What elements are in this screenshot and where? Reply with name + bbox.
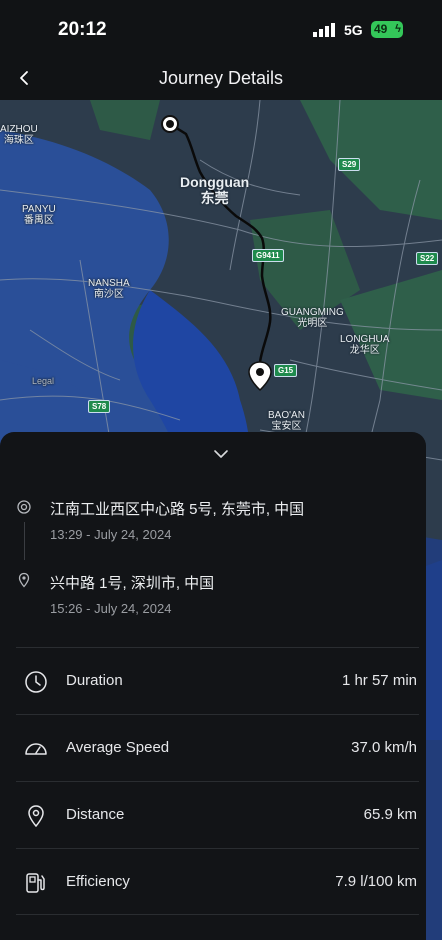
stat-row-efficiency: Efficiency 7.9 l/100 km (16, 848, 419, 915)
road-shield: G15 (274, 364, 298, 377)
network-type: 5G (344, 22, 363, 38)
map-label-longhua-en: LONGHUA (340, 334, 390, 345)
map-label-nansha: NANSHA 南沙区 (88, 278, 130, 300)
collapse-sheet-button[interactable] (205, 442, 237, 466)
stat-label: Duration (66, 672, 123, 689)
stat-value: 37.0 km/h (351, 739, 417, 756)
map-label-aizhou-zh: 海珠区 (3, 135, 34, 146)
map-label-panyu-en: PANYU (22, 204, 56, 215)
stat-value: 65.9 km (363, 806, 417, 823)
nav-bar: Journey Details (0, 58, 442, 100)
stat-row-duration: Duration 1 hr 57 min (16, 647, 419, 714)
road-shield: S22 (416, 252, 439, 265)
battery-level: 49 (374, 22, 388, 36)
map-legal-link[interactable]: Legal (32, 376, 54, 387)
map-label-nansha-en: NANSHA (88, 278, 130, 289)
map-label-baoan: BAO'AN 宝安区 (268, 410, 305, 432)
start-address: 江南工业西区中心路 5号, 东莞市, 中国 (50, 501, 305, 518)
map-label-guangming-en: GUANGMING (281, 307, 344, 318)
map-label-nansha-zh: 南沙区 (93, 289, 124, 300)
start-point-icon (17, 500, 31, 514)
map-label-guangming-zh: 光明区 (297, 318, 328, 329)
map-label-longhua: LONGHUA 龙华区 (340, 334, 389, 356)
battery-indicator: 49 ϟ (371, 21, 403, 38)
location-pin-icon (28, 805, 44, 828)
status-time: 20:12 (58, 19, 107, 40)
chevron-down-icon (214, 450, 228, 458)
map-label-baoan-en: BAO'AN (268, 410, 305, 421)
fuel-pump-icon (26, 873, 45, 893)
map-label-panyu-zh: 番禺区 (23, 215, 54, 226)
stat-value: 7.9 l/100 km (335, 873, 417, 890)
journey-stats: Duration 1 hr 57 min Average Speed 37.0 … (16, 647, 419, 915)
map-label-panyu: PANYU 番禺区 (22, 204, 56, 226)
map-label-dongguan-en: Dongguan (180, 174, 250, 190)
speedometer-icon (25, 743, 47, 755)
journey-details-sheet: 江南工业西区中心路 5号, 东莞市, 中国 13:29 - July 24, 2… (0, 432, 426, 940)
map-label-aizhou: AIZHOU 海珠区 (0, 124, 38, 146)
status-bar: 20:12 5G 49 ϟ (0, 0, 442, 58)
road-shield: S78 (88, 400, 111, 413)
stat-row-distance: Distance 65.9 km (16, 781, 419, 848)
start-time: 13:29 - July 24, 2024 (50, 527, 172, 542)
page-title: Journey Details (158, 68, 284, 88)
road-shield: S29 (338, 158, 361, 171)
stat-label: Efficiency (66, 873, 130, 890)
end-time: 15:26 - July 24, 2024 (50, 601, 172, 616)
stat-label: Average Speed (66, 739, 170, 756)
clock-icon (25, 671, 47, 693)
stat-row-average-speed: Average Speed 37.0 km/h (16, 714, 419, 781)
map-label-dongguan: Dongguan 东莞 (180, 174, 249, 206)
end-address: 兴中路 1号, 深圳市, 中国 (50, 575, 215, 592)
map-label-baoan-zh: 宝安区 (271, 421, 302, 432)
stat-value: 1 hr 57 min (341, 672, 417, 689)
map-label-guangming: GUANGMING 光明区 (281, 307, 344, 329)
cellular-signal-icon (313, 23, 335, 37)
map-label-aizhou-en: AIZHOU (0, 124, 38, 135)
charging-bolt-icon: ϟ (395, 23, 401, 35)
route-connector-line (24, 522, 25, 560)
map-label-dongguan-zh: 东莞 (200, 190, 229, 206)
road-shield: G9411 (252, 249, 284, 262)
map-label-longhua-zh: 龙华区 (349, 345, 380, 356)
stat-label: Distance (66, 806, 125, 823)
location-pin-icon (18, 572, 30, 588)
